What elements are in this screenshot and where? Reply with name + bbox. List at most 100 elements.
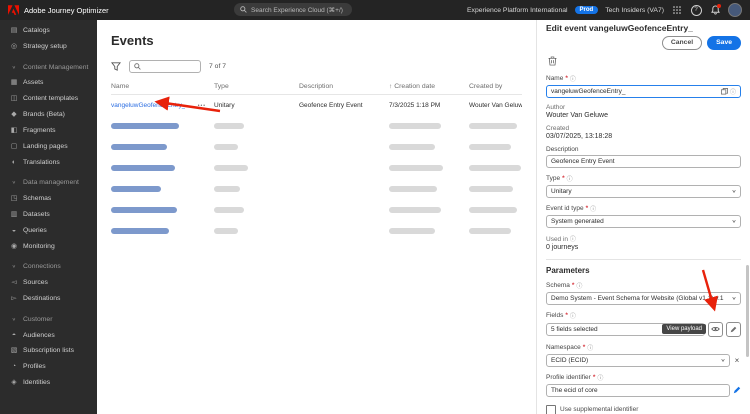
event-id-type-select[interactable]: System generated <box>546 214 741 228</box>
sidebar-section-content-management[interactable]: Content Management <box>0 60 97 76</box>
description-input[interactable]: Geofence Entry Event <box>546 154 741 168</box>
used-in-value: 0 journeys <box>546 243 579 251</box>
supplemental-identifier-checkbox[interactable] <box>546 404 556 414</box>
cancel-button[interactable]: Cancel <box>661 36 703 50</box>
sidebar-item-destinations[interactable]: ▻ Destinations <box>0 291 97 307</box>
event-description: Geofence Entry Event <box>299 102 363 109</box>
column-header-name[interactable]: Name <box>111 83 214 90</box>
event-name-link[interactable]: vangeluwGeofenceEntry_ <box>111 102 185 109</box>
info-icon <box>590 204 596 213</box>
column-header-type[interactable]: Type <box>214 83 299 90</box>
sidebar-item-translations[interactable]: ◐ Translations <box>0 155 97 171</box>
sidebar-section-connections[interactable]: Connections <box>0 259 97 275</box>
type-select[interactable]: Unitary <box>546 184 741 198</box>
name-input[interactable]: vangeluwGeofenceEntry_ <box>546 84 741 98</box>
page-title: Events <box>111 33 154 48</box>
sidebar-item-label: Queries <box>23 226 47 234</box>
sidebar-item-sources[interactable]: ◅ Sources <box>0 275 97 291</box>
help-glyph: ? <box>690 4 702 16</box>
sidebar-item-audiences[interactable]: ◓ Audiences <box>0 328 97 344</box>
view-payload-button[interactable] <box>708 321 723 337</box>
table-row-redacted[interactable] <box>111 158 522 179</box>
column-header-created-by[interactable]: Created by <box>469 83 522 90</box>
fields-label: Fields * <box>546 311 741 320</box>
sidebar-item-queries[interactable]: ◒ Queries <box>0 223 97 239</box>
sidebar-item-label: Schemas <box>23 195 52 203</box>
edit-profile-identifier-button[interactable] <box>733 386 741 394</box>
apps-icon[interactable] <box>671 4 683 16</box>
event-creation-date: 7/3/2025 1:18 PM <box>389 102 441 109</box>
sidebar-item-catalogs[interactable]: ▤ Catalogs <box>0 23 97 39</box>
divider <box>546 258 741 260</box>
sidebar-item-profiles[interactable]: ◔ Profiles <box>0 359 97 375</box>
sidebar-item-datasets[interactable]: ▥ Datasets <box>0 207 97 223</box>
translations-icon: ◐ <box>11 158 17 166</box>
sidebar-item-brands-beta[interactable]: ◆ Brands (Beta) <box>0 107 97 123</box>
sidebar-item-label: Connections <box>23 263 61 271</box>
app-title: Adobe Journey Optimizer <box>24 5 109 15</box>
redacted-bar <box>469 227 511 234</box>
sidebar-section-data-management[interactable]: Data management <box>0 175 97 191</box>
column-header-creation-date[interactable]: Creation date <box>389 83 469 90</box>
table-row-redacted[interactable] <box>111 137 522 158</box>
sidebar-item-label: Landing pages <box>23 142 68 150</box>
sidebar-item-fragments[interactable]: ◧ Fragments <box>0 123 97 139</box>
used-in-label: Used in <box>546 234 741 243</box>
copy-icon[interactable] <box>721 88 728 95</box>
sidebar-item-strategy-setup[interactable]: ◎ Strategy setup <box>0 39 97 55</box>
sidebar-item-identities[interactable]: ◈ Identities <box>0 375 97 391</box>
namespace-label: Namespace * <box>546 343 741 352</box>
sidebar-item-monitoring[interactable]: ◉ Monitoring <box>0 239 97 255</box>
delete-event-button[interactable] <box>546 55 559 68</box>
notifications-icon[interactable] <box>709 4 721 16</box>
global-search-input[interactable]: Search Experience Cloud (⌘+/) <box>234 3 352 16</box>
table-row-redacted[interactable] <box>111 221 522 242</box>
avatar[interactable] <box>728 3 742 17</box>
sources-icon: ◅ <box>11 279 17 287</box>
sidebar-item-label: Strategy setup <box>23 42 67 50</box>
sidebar-item-subscription-lists[interactable]: ▧ Subscription lists <box>0 343 97 359</box>
chevron-down-icon <box>10 316 18 323</box>
sidebar-item-schemas[interactable]: ◳ Schemas <box>0 191 97 207</box>
sandbox-switcher[interactable]: Tech Insiders (VA7) <box>605 7 664 14</box>
clear-namespace-button[interactable] <box>733 356 741 365</box>
sidebar-item-content-templates[interactable]: ◫ Content templates <box>0 91 97 107</box>
redacted-bar <box>214 206 244 213</box>
list-search-input[interactable] <box>129 60 201 73</box>
edit-fields-button[interactable] <box>726 321 741 337</box>
panel-scrollbar[interactable] <box>746 265 749 357</box>
event-id-type-value: System generated <box>551 217 604 225</box>
description-value: Geofence Entry Event <box>551 157 615 165</box>
table-row-redacted[interactable] <box>111 179 522 200</box>
save-button[interactable]: Save <box>707 36 741 50</box>
column-header-description[interactable]: Description <box>299 83 389 90</box>
panel-title: Edit event vangeluwGeofenceEntry_ <box>546 23 693 33</box>
trash-icon <box>548 56 557 66</box>
sidebar-section-customer[interactable]: Customer <box>0 312 97 328</box>
sidebar-item-label: Sources <box>23 279 48 287</box>
more-actions-button[interactable] <box>198 102 206 109</box>
redacted-bar <box>111 122 179 129</box>
landing-pages-icon: ▢ <box>10 142 18 150</box>
panel-actions: Cancel Save <box>546 36 741 50</box>
monitoring-icon: ◉ <box>10 242 18 250</box>
redacted-bar <box>389 227 435 234</box>
profile-identifier-input[interactable]: The ecid of core <box>546 383 730 397</box>
namespace-select[interactable]: ECID (ECID) <box>546 353 730 367</box>
sidebar-item-assets[interactable]: ▦ Assets <box>0 75 97 91</box>
table-row-redacted[interactable] <box>111 200 522 221</box>
table-row-redacted[interactable] <box>111 116 522 137</box>
table-row[interactable]: vangeluwGeofenceEntry_ Unitary Geofence … <box>111 95 522 116</box>
adobe-logo[interactable] <box>8 5 19 15</box>
sidebar-item-label: Subscription lists <box>23 347 74 355</box>
author-value: Wouter Van Geluwe <box>546 111 608 119</box>
search-icon <box>134 63 141 70</box>
help-icon[interactable]: ? <box>690 4 702 16</box>
redacted-bar <box>389 164 443 171</box>
redacted-bar <box>469 164 521 171</box>
schema-select[interactable]: Demo System - Event Schema for Website (… <box>546 291 741 305</box>
filter-icon[interactable] <box>111 62 121 71</box>
info-icon <box>570 311 576 320</box>
sidebar-item-landing-pages[interactable]: ▢ Landing pages <box>0 139 97 155</box>
sidebar-nav: ▤ Catalogs ◎ Strategy setup Content Manageme… <box>0 20 97 414</box>
